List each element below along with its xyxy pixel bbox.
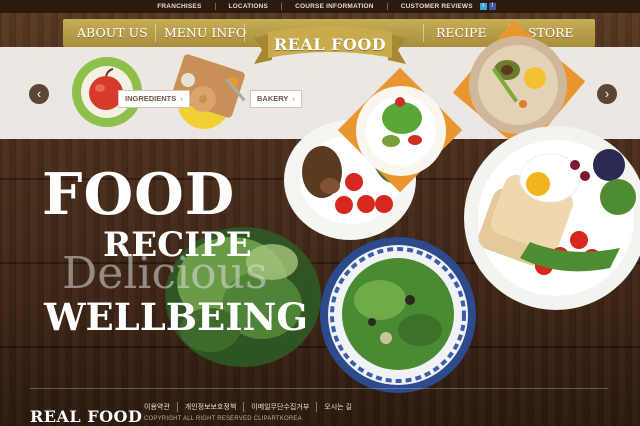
hero-food: FOOD bbox=[42, 161, 236, 228]
site-logo[interactable]: REAL FOOD bbox=[250, 24, 410, 68]
bakery-tag[interactable]: BAKERY › bbox=[250, 90, 302, 108]
slider-next-button[interactable]: › bbox=[597, 84, 617, 104]
chevron-right-icon: › bbox=[604, 86, 610, 101]
copyright-text: COPYRIGHT ALL RIGHT RESERVED CLIPARTKORE… bbox=[144, 416, 302, 422]
page: FRANCHISES LOCATIONS COURSE INFORMATION … bbox=[0, 0, 640, 426]
footer-logo: REAL FOOD bbox=[30, 407, 143, 426]
breakfast-plate bbox=[464, 126, 640, 310]
slider-prev-button[interactable]: ‹ bbox=[29, 84, 49, 104]
footer-link-terms[interactable]: 이용약관 bbox=[144, 402, 178, 412]
chevron-left-icon: ‹ bbox=[36, 86, 42, 101]
footer-divider bbox=[30, 388, 608, 389]
hero-wellbeing: WELLBEING bbox=[44, 295, 308, 339]
hero-recipe: RECIPE bbox=[103, 225, 252, 265]
logo-text: REAL FOOD bbox=[273, 35, 387, 54]
ingredients-tag-label: INGREDIENTS bbox=[125, 94, 177, 103]
footer-link-directions[interactable]: 오시는 길 bbox=[317, 402, 359, 412]
blue-salad-bowl bbox=[320, 237, 476, 393]
footer-link-email-policy[interactable]: 이메일무단수집거부 bbox=[244, 402, 318, 412]
chevron-right-icon: › bbox=[180, 94, 183, 103]
chevron-right-icon: › bbox=[292, 94, 295, 103]
footer-links: 이용약관 개인정보보호정책 이메일무단수집거부 오시는 길 bbox=[144, 402, 359, 412]
bakery-tag-label: BAKERY bbox=[257, 94, 289, 103]
footer-link-privacy[interactable]: 개인정보보호정책 bbox=[178, 402, 245, 412]
ingredients-tag[interactable]: INGREDIENTS › bbox=[118, 90, 190, 108]
